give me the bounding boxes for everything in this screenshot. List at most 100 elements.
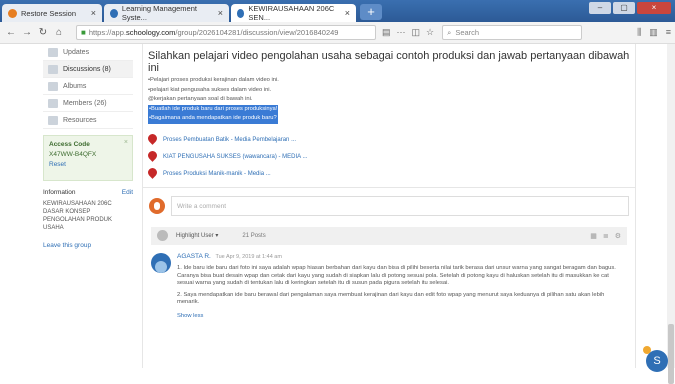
members-icon: [48, 98, 58, 108]
sidebar-item-updates[interactable]: Updates: [43, 44, 133, 61]
group-nav: Updates Discussions (8) Albums Members (…: [43, 44, 133, 129]
browser-tab-bar: Restore Session × Learning Management Sy…: [0, 0, 675, 22]
tab-label: KEWIRAUSAHAAN 206C SEN...: [248, 4, 335, 22]
info-text: KEWIRAUSAHAAN 206C DASAR KONSEP PENGOLAH…: [43, 201, 113, 231]
post-author[interactable]: AGASTA R.: [177, 253, 211, 260]
sidebar-item-label: Members (26): [63, 99, 107, 107]
tab-label: Learning Management Syste...: [121, 4, 197, 22]
instruction-line: @kerjakan pertanyaan soal di bawah ini.: [148, 96, 253, 102]
attachment-link-label: Proses Pembuatan Batik - Media Pembelaja…: [163, 136, 297, 143]
tab-kewirausahaan[interactable]: KEWIRAUSAHAAN 206C SEN... ×: [231, 4, 356, 22]
page-scrollbar[interactable]: [667, 44, 675, 384]
search-icon: ⌕: [447, 27, 452, 37]
toolbar-right-icons: ⫼ ▥ ≡: [637, 27, 671, 38]
post-paragraph: 1. Ide baru ide baru dari foto ini saya …: [177, 265, 616, 286]
new-tab-button[interactable]: +: [360, 4, 382, 20]
avatar: [149, 197, 165, 214]
discussion-post: AGASTA R. Tue Apr 9, 2019 at 1:44 am 1. …: [151, 252, 627, 321]
discussions-icon: [48, 64, 58, 74]
video-pin-icon: [148, 151, 157, 163]
attachment-links: Proses Pembuatan Batik - Media Pembelaja…: [143, 132, 635, 182]
menu-icon[interactable]: ≡: [666, 27, 671, 38]
tab-label: Restore Session: [21, 8, 77, 18]
page-actions-icon[interactable]: ···: [397, 27, 406, 38]
group-sidebar: Updates Discussions (8) Albums Members (…: [43, 44, 133, 368]
page-title: Silahkan pelajari video pengolahan usaha…: [148, 50, 630, 74]
window-close-icon[interactable]: ×: [637, 2, 671, 14]
notification-dot: [643, 346, 651, 354]
post-body: AGASTA R. Tue Apr 9, 2019 at 1:44 am 1. …: [177, 253, 627, 321]
close-icon[interactable]: ×: [85, 8, 96, 18]
browser-toolbar: ← → ↻ ⌂ ■ https://app. schoology.com/grou…: [0, 22, 675, 44]
close-icon[interactable]: ×: [124, 139, 128, 146]
divider: [143, 186, 635, 188]
sidebar-item-label: Resources: [63, 116, 97, 124]
sidebar-item-label: Updates: [63, 48, 90, 56]
sidebar-item-label: Discussions (8): [63, 65, 111, 73]
updates-icon: [48, 47, 58, 57]
sidebar-item-members[interactable]: Members (26): [43, 95, 133, 112]
video-pin-icon: [148, 168, 157, 180]
resources-icon: [48, 115, 58, 125]
group-information: Information Edit KEWIRAUSAHAAN 206C DASA…: [43, 189, 133, 232]
avatar: [157, 230, 168, 241]
instruction-line: •pelajari kiat pengusaha sukses dalam vi…: [148, 86, 272, 93]
close-icon[interactable]: ×: [339, 8, 350, 18]
pocket-icon[interactable]: ◫: [412, 27, 421, 38]
list-view-icon[interactable]: ≣: [603, 232, 609, 240]
avatar[interactable]: [151, 252, 171, 273]
info-edit-link[interactable]: Edit: [122, 189, 133, 197]
library-icon[interactable]: ⫼: [637, 27, 641, 38]
discussion-body: •Pelajari proses produksi kerajinan dala…: [143, 74, 635, 126]
address-bar[interactable]: ■ https://app. schoology.com/group/202610…: [76, 25, 376, 40]
reload-icon[interactable]: ↻: [36, 27, 50, 38]
attachment-link[interactable]: Proses Pembuatan Batik - Media Pembelaja…: [148, 132, 635, 148]
question-line: •Bagaimana anda mendapatkan ide produk b…: [148, 114, 278, 124]
attachment-link[interactable]: Proses Produksi Manik-manik - Media ...: [148, 166, 635, 182]
tab-restore-session[interactable]: Restore Session ×: [2, 4, 102, 22]
address-bar-actions: ▤ ··· ◫ ☆: [382, 27, 434, 38]
posts-filter-bar: Highlight User ▾ 21 Posts ▦ ≣ ⚙: [151, 226, 627, 245]
comment-input[interactable]: Write a comment: [171, 195, 629, 216]
attachment-link[interactable]: KIAT PENGUSAHA SUKSES (wawancara) - MEDI…: [148, 149, 635, 165]
settings-icon[interactable]: ⚙: [615, 232, 621, 240]
albums-icon: [48, 81, 58, 91]
grid-view-icon[interactable]: ▦: [590, 232, 597, 240]
sidebar-item-albums[interactable]: Albums: [43, 78, 133, 95]
url-domain: schoology.com: [125, 28, 176, 37]
access-code-reset-link[interactable]: Reset: [49, 161, 127, 168]
sidebar-item-resources[interactable]: Resources: [43, 112, 133, 129]
attachment-link-label: KIAT PENGUSAHA SUKSES (wawancara) - MEDI…: [163, 153, 308, 160]
home-icon[interactable]: ⌂: [52, 27, 66, 38]
bookmark-star-icon[interactable]: ☆: [426, 27, 434, 38]
comment-composer: Write a comment: [143, 193, 635, 219]
highlight-user-dropdown[interactable]: Highlight User ▾: [176, 232, 218, 239]
url-prefix: https://app.: [88, 28, 126, 37]
search-input[interactable]: ⌕ Search: [442, 25, 583, 40]
scrollbar-thumb[interactable]: [668, 324, 674, 384]
url-path: /group/2026104281/discussion/view/201684…: [175, 28, 339, 37]
attachment-link-label: Proses Produksi Manik-manik - Media ...: [163, 170, 271, 177]
show-less-link[interactable]: Show less: [177, 313, 627, 321]
back-icon[interactable]: ←: [4, 27, 18, 38]
post-timestamp: Tue Apr 9, 2019 at 1:44 am: [215, 253, 282, 260]
leave-group-link[interactable]: Leave this group: [43, 242, 133, 249]
video-pin-icon: [148, 134, 157, 146]
sidebar-icon[interactable]: ▥: [649, 27, 658, 38]
reader-view-icon[interactable]: ▤: [382, 27, 391, 38]
schoology-icon: [237, 8, 245, 18]
window-controls: – ▢ ×: [589, 2, 671, 14]
schoology-icon: [110, 8, 118, 18]
minimize-icon[interactable]: –: [589, 2, 611, 14]
lock-icon: ■: [81, 28, 86, 37]
close-icon[interactable]: ×: [212, 8, 223, 18]
tab-learning-management[interactable]: Learning Management Syste... ×: [104, 4, 229, 22]
maximize-icon[interactable]: ▢: [613, 2, 635, 14]
sidebar-item-label: Albums: [63, 82, 87, 90]
discussion-main: Silahkan pelajari video pengolahan usaha…: [142, 44, 636, 368]
forward-icon[interactable]: →: [20, 27, 34, 38]
sidebar-item-discussions[interactable]: Discussions (8): [43, 61, 133, 78]
schoology-chat-icon[interactable]: S: [646, 350, 668, 372]
post-paragraph: 2. Saya mendapatkan ide baru berawal dar…: [177, 291, 605, 306]
access-code-value: X47WW-B4QFX: [49, 151, 97, 158]
